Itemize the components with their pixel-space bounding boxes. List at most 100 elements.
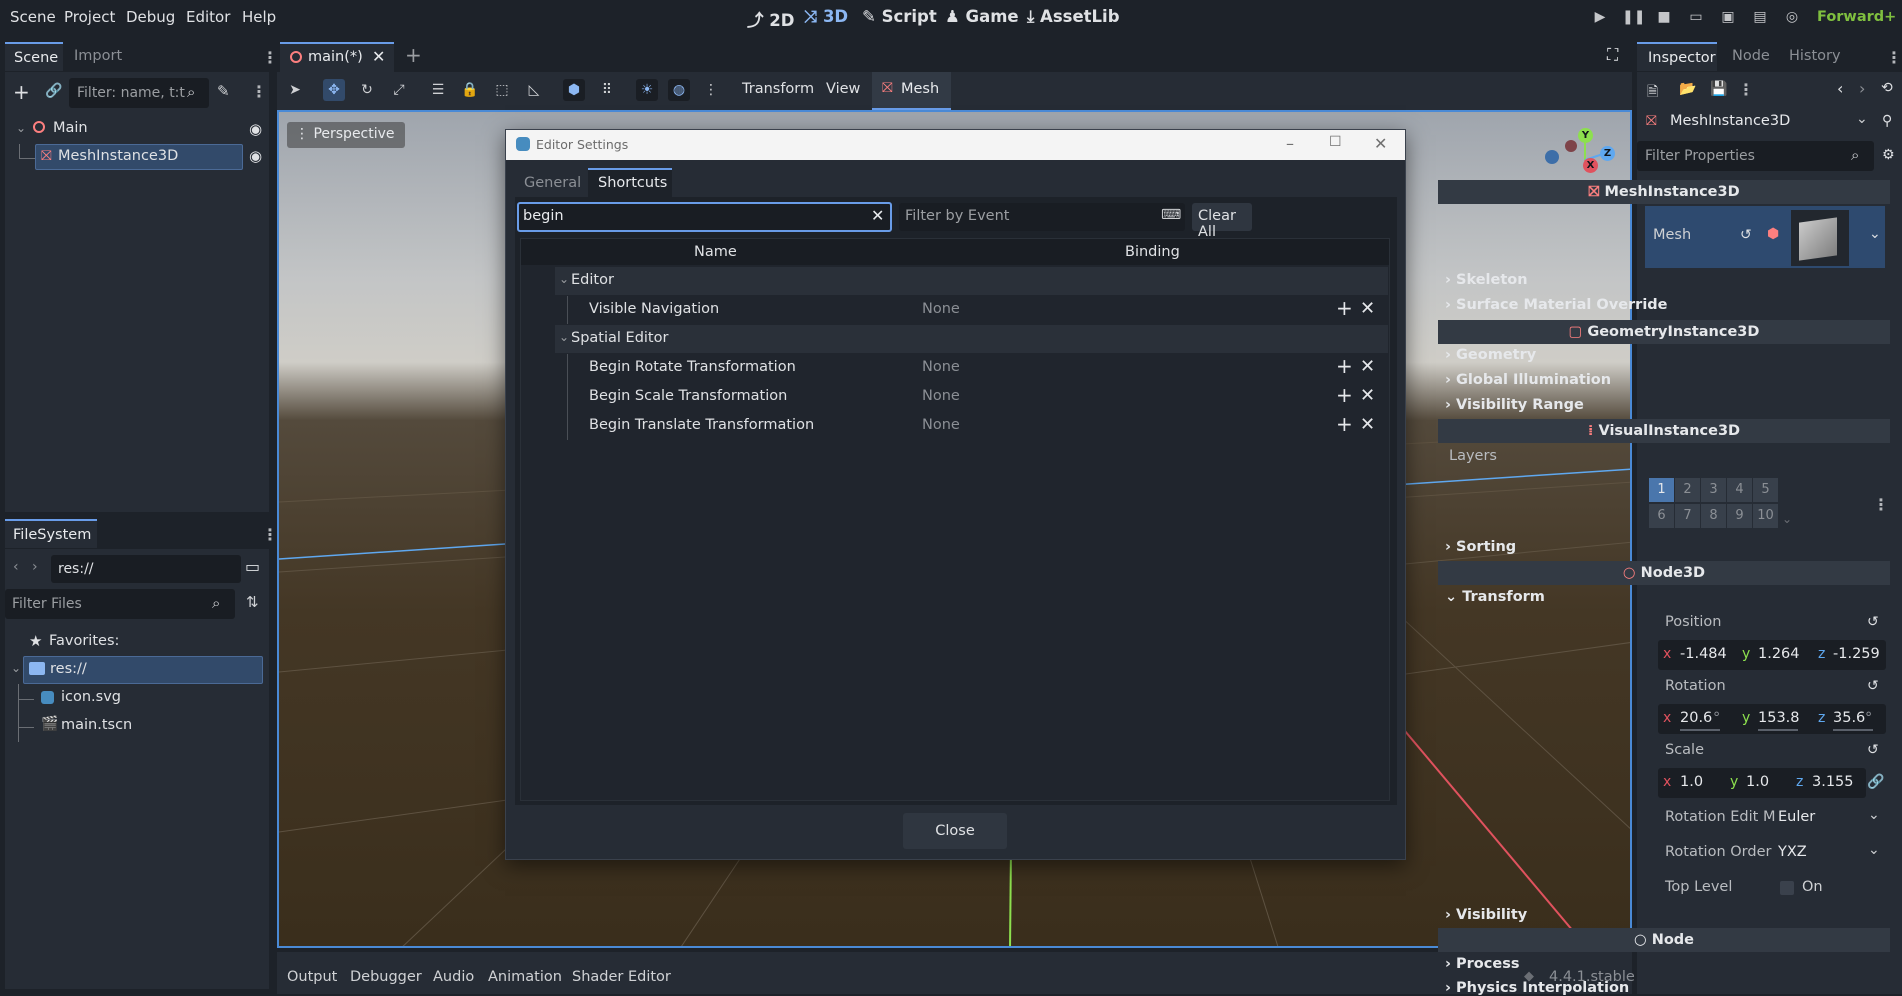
resource-menu-icon[interactable]: ⋮ (1738, 80, 1754, 99)
distraction-free-icon[interactable]: ⛶ (1607, 45, 1618, 65)
gizmo-z[interactable]: Z (1600, 146, 1615, 161)
list-select-icon[interactable]: ☰ (427, 79, 449, 101)
tab-inspector[interactable]: Inspector (1637, 42, 1717, 71)
tab-shader-editor[interactable]: Shader Editor (572, 969, 671, 985)
layer-cell[interactable]: 1 (1649, 478, 1674, 502)
add-binding-icon[interactable]: + (1336, 383, 1353, 407)
tab-audio[interactable]: Audio (433, 969, 474, 985)
filter-properties-input[interactable]: Filter Properties ⌕ (1637, 141, 1874, 171)
clear-binding-icon[interactable]: ✕ (1360, 385, 1375, 406)
tab-filesystem[interactable]: FileSystem (5, 519, 97, 548)
tab-debugger[interactable]: Debugger (350, 969, 422, 985)
shortcut-row[interactable]: Visible Navigation None + ✕ (555, 296, 1388, 324)
layer-cell[interactable]: 10 (1753, 504, 1778, 528)
rotation-y[interactable]: 153.8 (1758, 710, 1800, 726)
tab-main-scene[interactable]: main(*) ✕ (280, 42, 394, 72)
node-selector[interactable]: ⛝ MeshInstance3D ⌄ (1642, 108, 1874, 138)
save-icon[interactable]: 💾 (1710, 81, 1727, 97)
menu-editor[interactable]: Editor (186, 8, 230, 26)
revert-icon[interactable]: ↺ (1867, 678, 1879, 694)
tree-item-favorites[interactable]: ★ Favorites: (25, 631, 245, 655)
tab-general[interactable]: General (518, 168, 586, 196)
remote-debug-icon[interactable]: ▭ (1686, 9, 1706, 27)
inspector-dock-menu-icon[interactable]: ⋮ (1886, 48, 1902, 67)
rotation-z[interactable]: 35.6 (1833, 710, 1865, 726)
gizmo-neg-x[interactable] (1565, 140, 1577, 152)
play-custom-scene-icon[interactable]: ▤ (1750, 9, 1770, 27)
perspective-menu[interactable]: ⋮ Perspective (287, 122, 405, 148)
add-binding-icon[interactable]: + (1336, 354, 1353, 378)
sun-preview-icon[interactable]: ☀ (636, 79, 658, 101)
attach-script-icon[interactable]: ✎ (217, 84, 230, 99)
scale-y[interactable]: 1.0 (1746, 774, 1769, 790)
tree-item-main[interactable]: ⌄ Main ◉ (13, 117, 263, 143)
mesh-menu[interactable]: ⛝ Mesh (872, 72, 951, 110)
menu-project[interactable]: Project (64, 8, 115, 26)
object-history-icon[interactable]: ⟲ (1881, 80, 1893, 96)
movie-maker-icon[interactable]: ◎ (1782, 9, 1802, 27)
menu-help[interactable]: Help (242, 8, 276, 26)
gizmo-x[interactable]: X (1583, 158, 1598, 173)
add-node-icon[interactable]: + (13, 82, 30, 102)
file-item-main-tscn[interactable]: 🎬 main.tscn (39, 715, 239, 739)
clear-search-icon[interactable]: ✕ (871, 206, 884, 225)
filesystem-menu-icon[interactable]: ⋮ (262, 525, 278, 544)
group-row-spatial-editor[interactable]: ⌄ Spatial Editor (555, 325, 1388, 353)
layer-cell[interactable]: 2 (1675, 478, 1700, 502)
layer-cell[interactable]: 3 (1701, 478, 1726, 502)
scale-x[interactable]: 1.0 (1680, 774, 1703, 790)
group-row-editor[interactable]: ⌄ Editor (555, 267, 1388, 295)
mode-game-button[interactable]: ♟ Game (945, 7, 1019, 26)
tree-item-meshinstance3d[interactable]: ⛝ MeshInstance3D (35, 144, 243, 170)
maximize-icon[interactable]: ☐ (1329, 134, 1342, 150)
top-level-checkbox[interactable]: On (1776, 874, 1856, 902)
clear-all-button[interactable]: Clear All (1192, 203, 1252, 240)
chevron-down-icon[interactable]: ⌄ (1782, 512, 1792, 526)
new-resource-icon[interactable]: 🗎 (1647, 81, 1658, 105)
history-back-icon[interactable]: ‹ (1837, 79, 1843, 98)
gizmo-y[interactable]: Y (1578, 128, 1593, 143)
mode-3d-button[interactable]: ⤨ 3D (804, 7, 848, 27)
docs-icon[interactable]: ⚲ (1882, 113, 1892, 129)
move-tool-icon[interactable]: ✥ (323, 79, 345, 101)
keyboard-icon[interactable]: ⌨ (1161, 207, 1181, 223)
gizmo-neg-z[interactable] (1545, 150, 1559, 164)
section-skeleton[interactable]: › Skeleton (1445, 272, 1528, 288)
revert-icon[interactable]: ↺ (1867, 614, 1879, 630)
layer-cell[interactable]: 4 (1727, 478, 1752, 502)
back-icon[interactable]: ‹ (13, 559, 19, 575)
section-global-illumination[interactable]: › Global Illumination (1445, 372, 1611, 388)
section-transform[interactable]: ⌄ Transform (1445, 589, 1545, 605)
add-binding-icon[interactable]: + (1336, 412, 1353, 436)
rotate-tool-icon[interactable]: ↻ (356, 79, 378, 101)
layers-menu-icon[interactable]: ⋮ (1873, 495, 1889, 514)
play-scene-icon[interactable]: ▣ (1718, 9, 1738, 27)
file-item-icon-svg[interactable]: icon.svg (39, 687, 239, 711)
position-field[interactable]: x -1.484 y 1.264 z -1.259 (1658, 640, 1886, 670)
link-icon[interactable]: 🔗 (1867, 774, 1884, 790)
shortcut-row[interactable]: Begin Translate Transformation None + ✕ (555, 412, 1388, 440)
mode-2d-button[interactable]: ⤴ 2D (747, 7, 794, 31)
group-icon[interactable]: ⬚ (491, 79, 513, 101)
inspector-options-icon[interactable]: ⚙ (1882, 147, 1895, 163)
tab-animation[interactable]: Animation (488, 969, 562, 985)
scene-filter-input[interactable]: Filter: name, t:t ⌕ (69, 78, 209, 108)
section-surface-material-override[interactable]: › Surface Material Override (1445, 297, 1668, 313)
layer-cell[interactable]: 5 (1753, 478, 1778, 502)
tab-shortcuts[interactable]: Shortcuts (588, 168, 672, 197)
path-field[interactable]: res:// (51, 555, 241, 583)
scale-field[interactable]: x 1.0 y 1.0 z 3.155 (1658, 768, 1866, 798)
layer-cell[interactable]: 8 (1701, 504, 1726, 528)
filter-files-input[interactable]: Filter Files ⌕ (5, 589, 235, 619)
rotation-order-select[interactable]: YXZ ⌄ (1772, 839, 1887, 867)
tab-import[interactable]: Import (74, 48, 122, 64)
tab-node[interactable]: Node (1732, 48, 1770, 64)
scene-dock-menu-icon[interactable]: ⋮ (262, 48, 278, 67)
layer-cell[interactable]: 9 (1727, 504, 1752, 528)
mode-script-button[interactable]: ✎ Script (862, 7, 937, 26)
close-button[interactable]: Close (903, 813, 1007, 849)
sort-icon[interactable]: ⇅ (246, 593, 259, 611)
section-sorting[interactable]: › Sorting (1445, 539, 1516, 555)
close-window-icon[interactable]: ✕ (1374, 134, 1387, 153)
section-visibility-range[interactable]: › Visibility Range (1445, 397, 1584, 413)
